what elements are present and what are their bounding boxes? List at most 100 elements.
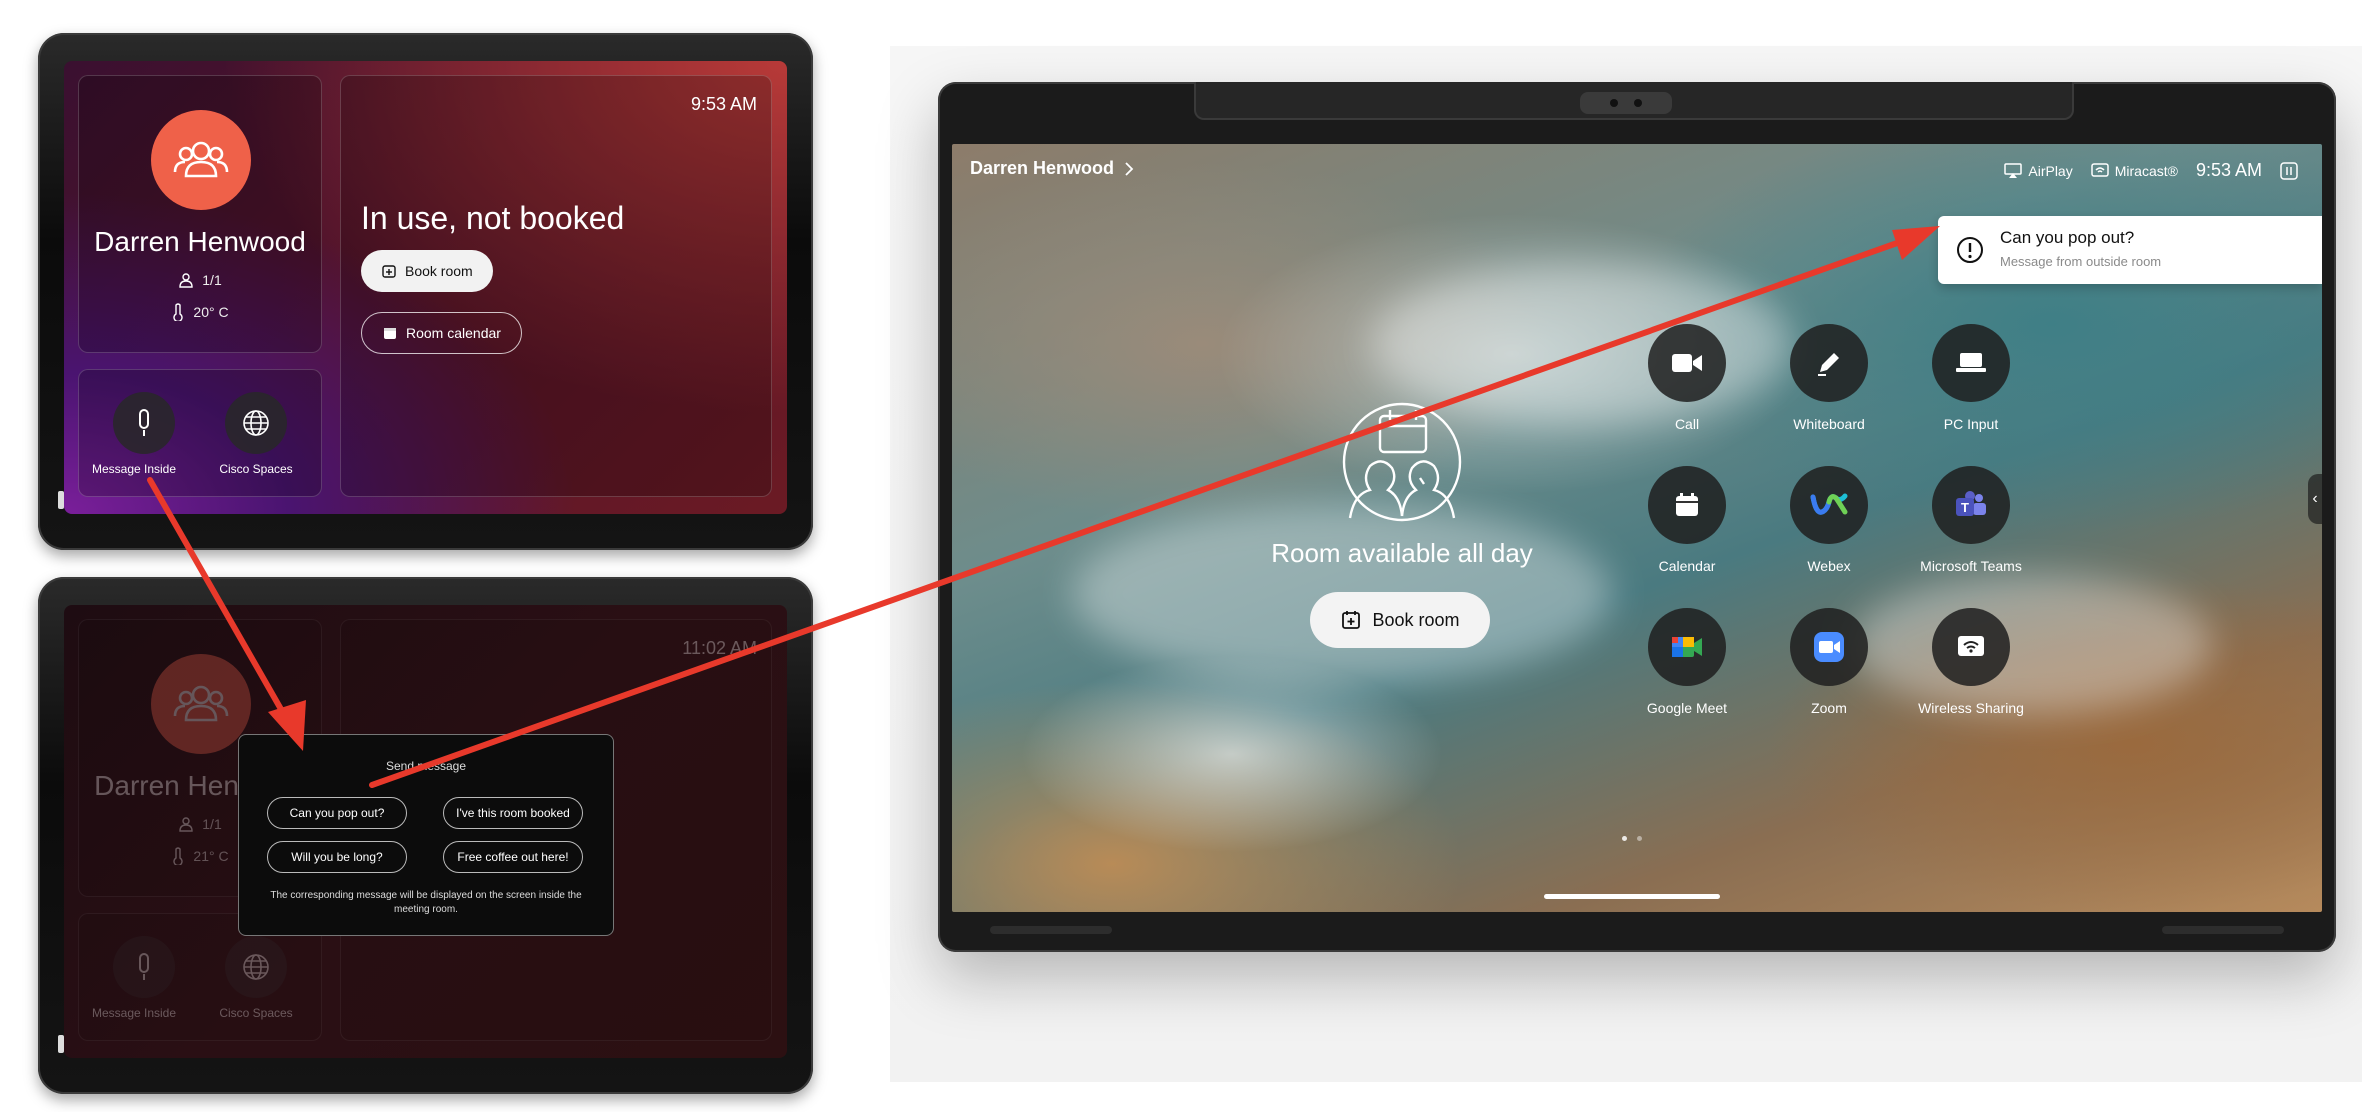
app-label: Webex bbox=[1807, 558, 1851, 574]
avatar bbox=[151, 654, 251, 754]
thermometer-icon bbox=[173, 303, 184, 321]
status-panel: 9:53 AM In use, not booked Book room Roo… bbox=[340, 75, 772, 497]
room-status: Room available all day bbox=[1271, 538, 1533, 568]
microphone-icon bbox=[139, 409, 149, 436]
message-inside-label: Message Inside bbox=[91, 1006, 177, 1020]
book-room-label: Book room bbox=[1372, 609, 1460, 630]
actions-panel: Message Inside Cisco Spaces bbox=[78, 369, 322, 497]
cisco-spaces-label: Cisco Spaces bbox=[219, 1006, 293, 1020]
message-option-booked[interactable]: I've this room booked bbox=[443, 797, 583, 829]
chevron-right-icon bbox=[1125, 161, 1134, 176]
message-inside-button[interactable] bbox=[113, 936, 175, 998]
message-option-pop-out[interactable]: Can you pop out? bbox=[267, 797, 407, 829]
temperature: 20° C bbox=[79, 303, 321, 321]
app-microsoft-teams[interactable]: T Microsoft Teams bbox=[1896, 466, 2046, 574]
video-camera-icon bbox=[1672, 354, 1702, 372]
home-indicator[interactable] bbox=[1544, 894, 1720, 899]
room-name-link[interactable]: Darren Henwood bbox=[970, 158, 1134, 179]
notification-title: Can you pop out? bbox=[2000, 228, 2135, 247]
zoom-logo-icon bbox=[1814, 632, 1844, 662]
tablet-top: Darren Henwood 1/1 20° C Message Inside bbox=[38, 33, 813, 550]
thermometer-icon bbox=[173, 847, 184, 865]
message-notification[interactable]: Can you pop out? Message from outside ro… bbox=[1938, 216, 2322, 284]
laptop-icon bbox=[1956, 353, 1986, 372]
room-available-illustration bbox=[1342, 402, 1462, 522]
side-panel-handle[interactable]: ‹ bbox=[2308, 474, 2322, 524]
canvas: Darren Henwood 1/1 20° C Message Inside bbox=[0, 0, 2362, 1112]
clock: 9:53 AM bbox=[2195, 160, 2262, 180]
speaker-left bbox=[990, 926, 1112, 934]
room-name: Darren Henwood bbox=[970, 158, 1115, 178]
app-webex[interactable]: Webex bbox=[1754, 466, 1904, 574]
app-label: Wireless Sharing bbox=[1918, 700, 2024, 716]
speaker-right bbox=[2162, 926, 2284, 934]
temperature-value: 20° C bbox=[193, 304, 229, 320]
app-label: Zoom bbox=[1811, 700, 1847, 716]
app-label: PC Input bbox=[1943, 416, 1999, 432]
panel-toggle-icon[interactable] bbox=[2280, 161, 2298, 180]
calendar-icon bbox=[1676, 493, 1698, 516]
app-call[interactable]: Call bbox=[1612, 324, 1762, 432]
app-label: Microsoft Teams bbox=[1920, 558, 2022, 574]
profile-name: Darren Henwood bbox=[94, 226, 306, 257]
people-icon bbox=[173, 685, 229, 722]
avatar bbox=[151, 110, 251, 210]
app-calendar[interactable]: Calendar bbox=[1612, 466, 1762, 574]
app-wireless-sharing[interactable]: Wireless Sharing bbox=[1896, 608, 2046, 716]
profile-panel: Darren Henwood 1/1 20° C bbox=[78, 75, 322, 353]
calendar-plus-icon bbox=[1342, 611, 1361, 629]
cisco-spaces-button[interactable] bbox=[225, 392, 287, 454]
globe-icon bbox=[243, 410, 269, 436]
app-label: Calendar bbox=[1658, 558, 1716, 574]
device-screen: Darren Henwood AirPlay Miracast® 9:53 AM… bbox=[952, 144, 2322, 912]
calendar-plus-icon bbox=[382, 265, 396, 278]
message-inside-label: Message Inside bbox=[91, 462, 177, 476]
dialog-note: The corresponding message will be displa… bbox=[270, 890, 582, 915]
message-option-be-long[interactable]: Will you be long? bbox=[267, 841, 407, 873]
app-zoom[interactable]: Zoom bbox=[1754, 608, 1904, 716]
webex-logo-icon bbox=[1810, 493, 1848, 515]
miracast-icon bbox=[2090, 162, 2109, 177]
notification-subtitle: Message from outside room bbox=[2000, 254, 2162, 269]
room-calendar-label: Room calendar bbox=[406, 325, 501, 341]
airplay-label: AirPlay bbox=[2028, 162, 2073, 179]
microphone-icon bbox=[139, 953, 149, 980]
miracast-label: Miracast® bbox=[2114, 162, 2178, 179]
wireless-share-icon bbox=[1958, 636, 1984, 656]
occupancy-value: 1/1 bbox=[202, 816, 222, 832]
book-room-button[interactable]: Book room bbox=[1310, 592, 1490, 648]
airplay-icon bbox=[2004, 162, 2023, 178]
pencil-icon bbox=[1818, 353, 1839, 376]
app-label: Google Meet bbox=[1646, 700, 1728, 716]
person-icon bbox=[179, 817, 193, 832]
temperature-value: 21° C bbox=[193, 848, 229, 864]
room-calendar-button[interactable]: Room calendar bbox=[361, 312, 522, 354]
room-device: Darren Henwood AirPlay Miracast® 9:53 AM… bbox=[938, 82, 2336, 952]
app-whiteboard[interactable]: Whiteboard bbox=[1754, 324, 1904, 432]
occupancy-value: 1/1 bbox=[202, 272, 222, 288]
cisco-spaces-label: Cisco Spaces bbox=[219, 462, 293, 476]
book-room-label: Book room bbox=[405, 263, 473, 279]
message-inside-button[interactable] bbox=[113, 392, 175, 454]
svg-text:T: T bbox=[1961, 500, 1969, 515]
clock: 9:53 AM bbox=[690, 94, 757, 114]
book-room-button[interactable]: Book room bbox=[361, 250, 493, 292]
page-indicator bbox=[1622, 836, 1642, 841]
person-icon bbox=[179, 273, 193, 288]
clock: 11:02 AM bbox=[682, 638, 757, 658]
airplay-button[interactable]: AirPlay bbox=[2004, 162, 2073, 179]
miracast-button[interactable]: Miracast® bbox=[2090, 162, 2178, 179]
alert-icon bbox=[1957, 237, 1983, 263]
calendar-icon bbox=[384, 328, 396, 339]
people-icon bbox=[173, 141, 229, 178]
google-meet-logo-icon bbox=[1672, 637, 1702, 657]
app-pc-input[interactable]: PC Input bbox=[1896, 324, 2046, 432]
tablet-top-screen: Darren Henwood 1/1 20° C Message Inside bbox=[64, 61, 787, 514]
message-option-coffee[interactable]: Free coffee out here! bbox=[443, 841, 583, 873]
dialog-title: Send message bbox=[385, 759, 467, 773]
cisco-spaces-button[interactable] bbox=[225, 936, 287, 998]
app-label: Call bbox=[1674, 416, 1700, 432]
occupancy: 1/1 bbox=[79, 272, 321, 288]
teams-logo-icon: T bbox=[1956, 491, 1986, 516]
app-google-meet[interactable]: Google Meet bbox=[1612, 608, 1762, 716]
